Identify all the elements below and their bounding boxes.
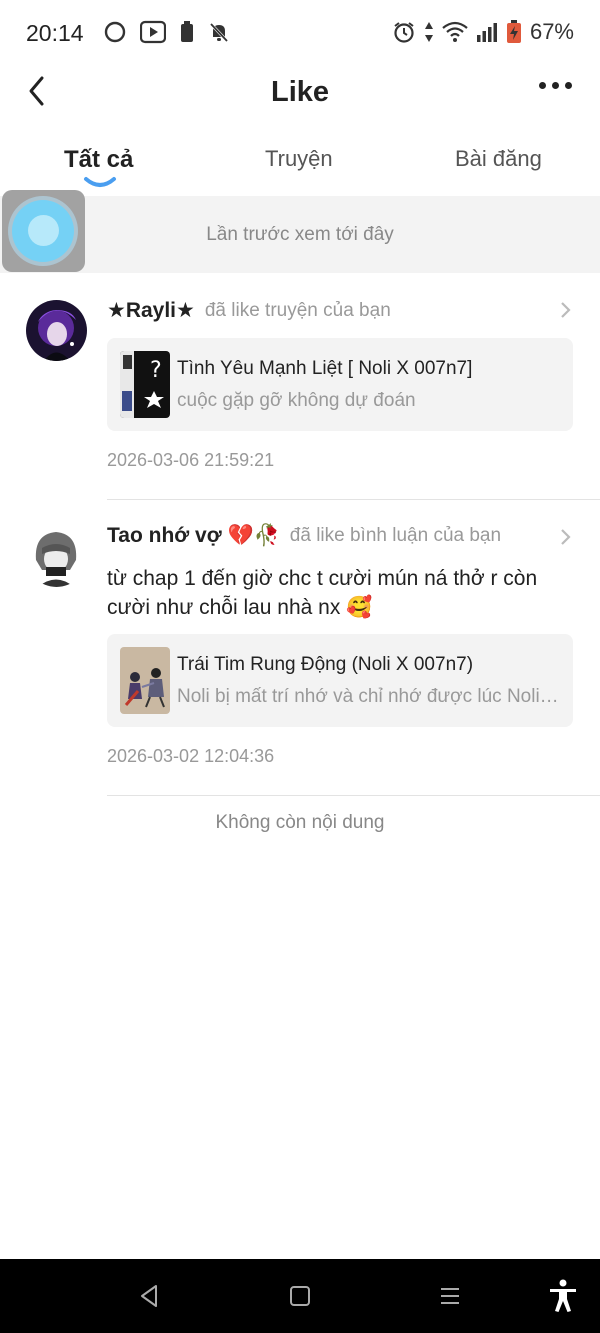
username[interactable]: ★Rayli★: [107, 298, 195, 323]
active-tab-indicator: [84, 177, 116, 187]
status-right-icons: 67%: [392, 19, 574, 45]
floating-assist-button[interactable]: [2, 190, 85, 272]
home-square-icon[interactable]: [288, 1283, 312, 1309]
end-of-list-text: Không còn nội dung: [215, 812, 385, 833]
page-title: Like: [270, 76, 330, 108]
last-seen-text: Lần trước xem tới đây: [206, 224, 394, 245]
tab-bar: Tất cả Truyện Bài đăng: [0, 138, 600, 194]
status-bar: 20:14 67%: [0, 0, 600, 68]
bell-off-icon: [209, 22, 229, 43]
battery-small-icon: [181, 21, 193, 42]
story-title: Tình Yêu Mạnh Liệt [ Noli X 007n7]: [177, 358, 473, 379]
notification-line: Tao nhớ vợ 💔🥀 đã like bình luận của bạn: [107, 524, 501, 548]
last-seen-marker: Lần trước xem tới đây: [0, 196, 600, 273]
status-left-icons: [104, 20, 230, 44]
timestamp: 2026-03-02 12:04:36: [107, 746, 275, 766]
username[interactable]: Tao nhớ vợ 💔🥀: [107, 524, 280, 548]
more-dots-icon[interactable]: [539, 82, 572, 89]
tab-stories[interactable]: Truyện: [265, 146, 333, 172]
battery-icon: [506, 20, 521, 43]
battery-percent: 67%: [529, 19, 574, 44]
accessibility-icon[interactable]: [548, 1279, 578, 1313]
timestamp: 2026-03-06 21:59:21: [107, 450, 275, 470]
back-triangle-icon[interactable]: [137, 1283, 161, 1309]
story-card[interactable]: ? Tình Yêu Mạnh Liệt [ Noli X 007n7] cuộ…: [107, 338, 573, 431]
notification-line: ★Rayli★ đã like truyện của bạn: [107, 298, 391, 323]
story-thumbnail: ?: [120, 351, 170, 418]
story-title: Trái Tim Rung Động (Noli X 007n7): [177, 654, 474, 675]
story-subtitle: Noli bị mất trí nhớ và chỉ nhớ được lúc …: [177, 686, 563, 707]
action-text: đã like bình luận của bạn: [289, 525, 502, 546]
tab-posts[interactable]: Bài đăng: [455, 146, 542, 172]
recents-lines-icon[interactable]: [438, 1283, 462, 1309]
tab-all[interactable]: Tất cả: [64, 146, 133, 174]
story-subtitle: cuộc gặp gỡ không dự đoán: [177, 390, 416, 411]
alarm-icon: [394, 22, 414, 43]
header: Like: [0, 68, 600, 118]
action-text: đã like truyện của bạn: [204, 299, 391, 321]
divider: [107, 795, 600, 796]
story-thumbnail: [120, 647, 170, 714]
wifi-icon: [442, 21, 468, 42]
avatar[interactable]: [26, 526, 87, 587]
youtube-icon: [140, 20, 166, 44]
data-arrows-icon: [424, 22, 433, 42]
avatar[interactable]: [26, 300, 87, 361]
divider: [107, 499, 600, 500]
circle-icon: [104, 21, 126, 43]
comment-text: từ chap 1 đến giờ chc t cười mún ná thở …: [107, 567, 538, 619]
chevron-right-icon[interactable]: [558, 301, 572, 319]
chevron-right-icon[interactable]: [558, 528, 572, 546]
svg-text:?: ?: [150, 358, 162, 383]
signal-icon: [476, 23, 497, 42]
story-card[interactable]: Trái Tim Rung Động (Noli X 007n7) Noli b…: [107, 634, 573, 727]
system-nav-bar: [0, 1259, 600, 1333]
status-time: 20:14: [26, 20, 84, 46]
